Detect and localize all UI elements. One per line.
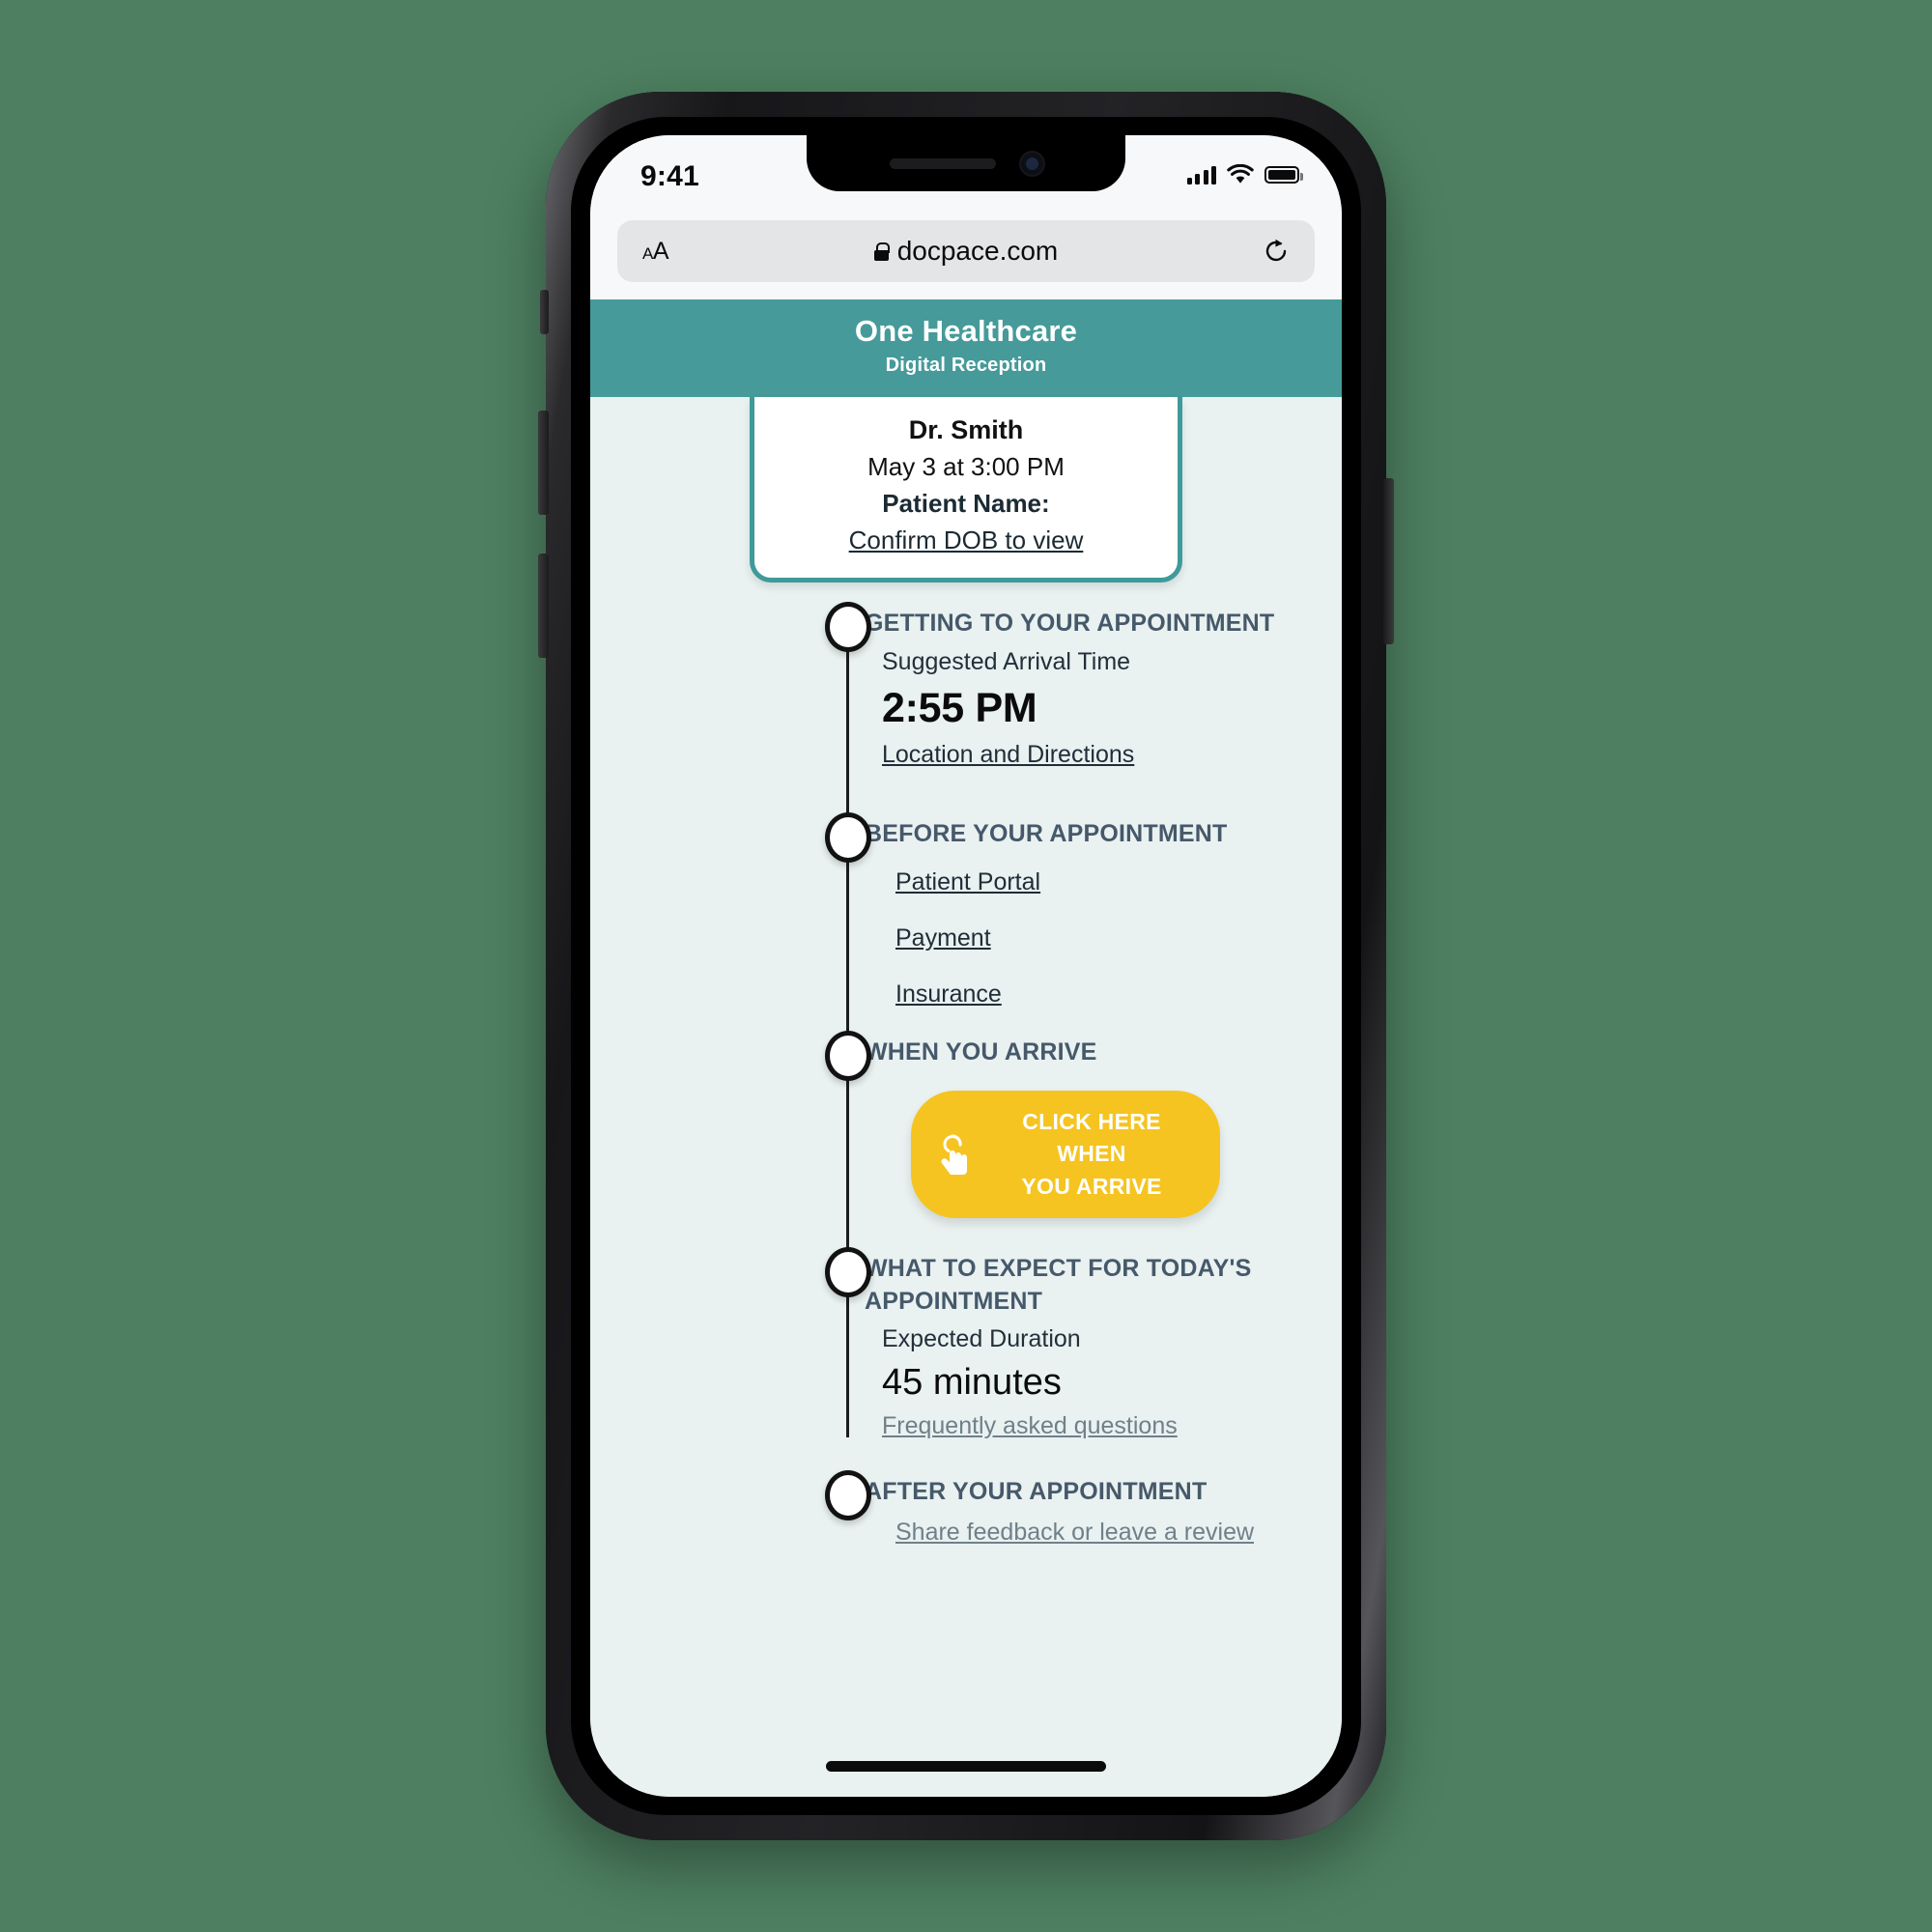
appointment-timeline: GETTING TO YOUR APPOINTMENT Suggested Ar… bbox=[590, 602, 1342, 1551]
arrive-button-label: CLICK HERE WHEN YOU ARRIVE bbox=[996, 1106, 1187, 1203]
app-subtitle: Digital Reception bbox=[885, 354, 1047, 376]
volume-down-button[interactable] bbox=[538, 554, 549, 658]
page-body: Dr. Smith May 3 at 3:00 PM Patient Name:… bbox=[590, 396, 1342, 1797]
location-directions-link[interactable]: Location and Directions bbox=[865, 735, 1134, 774]
payment-link[interactable]: Payment bbox=[895, 924, 991, 952]
suggested-arrival-label: Suggested Arrival Time bbox=[882, 648, 1131, 676]
screenshot-stage: 9:41 AA docpace.com One Healthcare Digit… bbox=[0, 0, 1932, 1932]
tap-hand-icon bbox=[941, 1134, 967, 1175]
status-bar-time: 9:41 bbox=[640, 160, 699, 192]
phone-bezel: 9:41 AA docpace.com One Healthcare Digit… bbox=[571, 117, 1361, 1815]
appointment-card: Dr. Smith May 3 at 3:00 PM Patient Name:… bbox=[750, 396, 1182, 583]
mute-switch-button[interactable] bbox=[540, 290, 549, 334]
timeline-dot bbox=[825, 812, 871, 864]
timeline-step-getting-to-appointment: GETTING TO YOUR APPOINTMENT Suggested Ar… bbox=[590, 602, 1342, 774]
status-bar-indicators bbox=[1186, 160, 1303, 185]
expected-duration-label: Expected Duration bbox=[882, 1325, 1081, 1353]
phone-screen: 9:41 AA docpace.com One Healthcare Digit… bbox=[590, 135, 1342, 1797]
power-button[interactable] bbox=[1383, 478, 1394, 644]
before-appointment-links: Patient Portal Payment Insurance bbox=[865, 855, 1342, 1009]
expected-duration-value: 45 minutes bbox=[882, 1361, 1062, 1403]
phone-device-frame: 9:41 AA docpace.com One Healthcare Digit… bbox=[538, 92, 1394, 1840]
faq-link[interactable]: Frequently asked questions bbox=[865, 1406, 1178, 1445]
timeline-step-before-appointment: BEFORE YOUR APPOINTMENT Patient Portal P… bbox=[590, 812, 1342, 1009]
app-header: One Healthcare Digital Reception bbox=[590, 299, 1342, 397]
volume-up-button[interactable] bbox=[538, 411, 549, 515]
front-camera-icon bbox=[1020, 152, 1043, 175]
step-heading: GETTING TO YOUR APPOINTMENT bbox=[865, 610, 1275, 638]
app-title: One Healthcare bbox=[854, 314, 1078, 348]
wifi-icon bbox=[1227, 164, 1254, 184]
arrive-label-line2: YOU ARRIVE bbox=[1021, 1173, 1162, 1199]
timeline-step-what-to-expect: WHAT TO EXPECT FOR TODAY'S APPOINTMENT E… bbox=[590, 1246, 1342, 1445]
step-heading: BEFORE YOUR APPOINTMENT bbox=[865, 820, 1228, 848]
patient-portal-link[interactable]: Patient Portal bbox=[895, 868, 1040, 896]
browser-toolbar: AA docpace.com bbox=[590, 220, 1342, 299]
address-bar-content: docpace.com bbox=[617, 236, 1315, 267]
share-feedback-link[interactable]: Share feedback or leave a review bbox=[865, 1513, 1254, 1551]
earpiece-speaker-icon bbox=[889, 157, 996, 169]
step-heading: WHAT TO EXPECT FOR TODAY'S APPOINTMENT bbox=[865, 1254, 1252, 1315]
cellular-signal-icon bbox=[1186, 165, 1216, 185]
insurance-link[interactable]: Insurance bbox=[895, 980, 1002, 1009]
doctor-name: Dr. Smith bbox=[908, 414, 1024, 444]
arrive-label-line1: CLICK HERE WHEN bbox=[1022, 1108, 1161, 1167]
appointment-datetime: May 3 at 3:00 PM bbox=[867, 452, 1065, 482]
url-text: docpace.com bbox=[896, 236, 1059, 266]
patient-name-label: Patient Name: bbox=[882, 488, 1050, 518]
timeline-dot bbox=[825, 602, 871, 653]
timeline-dot bbox=[825, 1031, 871, 1082]
click-here-when-you-arrive-button[interactable]: CLICK HERE WHEN YOU ARRIVE bbox=[911, 1090, 1220, 1218]
step-heading: AFTER YOUR APPOINTMENT bbox=[865, 1478, 1208, 1505]
device-notch bbox=[807, 135, 1125, 191]
home-indicator[interactable] bbox=[826, 1761, 1106, 1772]
confirm-dob-link[interactable]: Confirm DOB to view bbox=[849, 523, 1084, 559]
address-bar[interactable]: AA docpace.com bbox=[617, 220, 1315, 282]
timeline-dot bbox=[825, 1246, 871, 1297]
step-heading: WHEN YOU ARRIVE bbox=[865, 1038, 1097, 1066]
arrive-button-container: CLICK HERE WHEN YOU ARRIVE bbox=[865, 1073, 1342, 1247]
battery-full-icon bbox=[1264, 165, 1303, 184]
reload-icon[interactable] bbox=[1263, 238, 1290, 265]
timeline-dot bbox=[825, 1470, 871, 1520]
lock-icon bbox=[873, 242, 891, 261]
timeline-step-when-you-arrive: WHEN YOU ARRIVE CLICK HERE WHEN YOU ARRI… bbox=[590, 1031, 1342, 1247]
suggested-arrival-time: 2:55 PM bbox=[882, 684, 1037, 731]
timeline-step-after-appointment: AFTER YOUR APPOINTMENT Share feedback or… bbox=[590, 1470, 1342, 1551]
